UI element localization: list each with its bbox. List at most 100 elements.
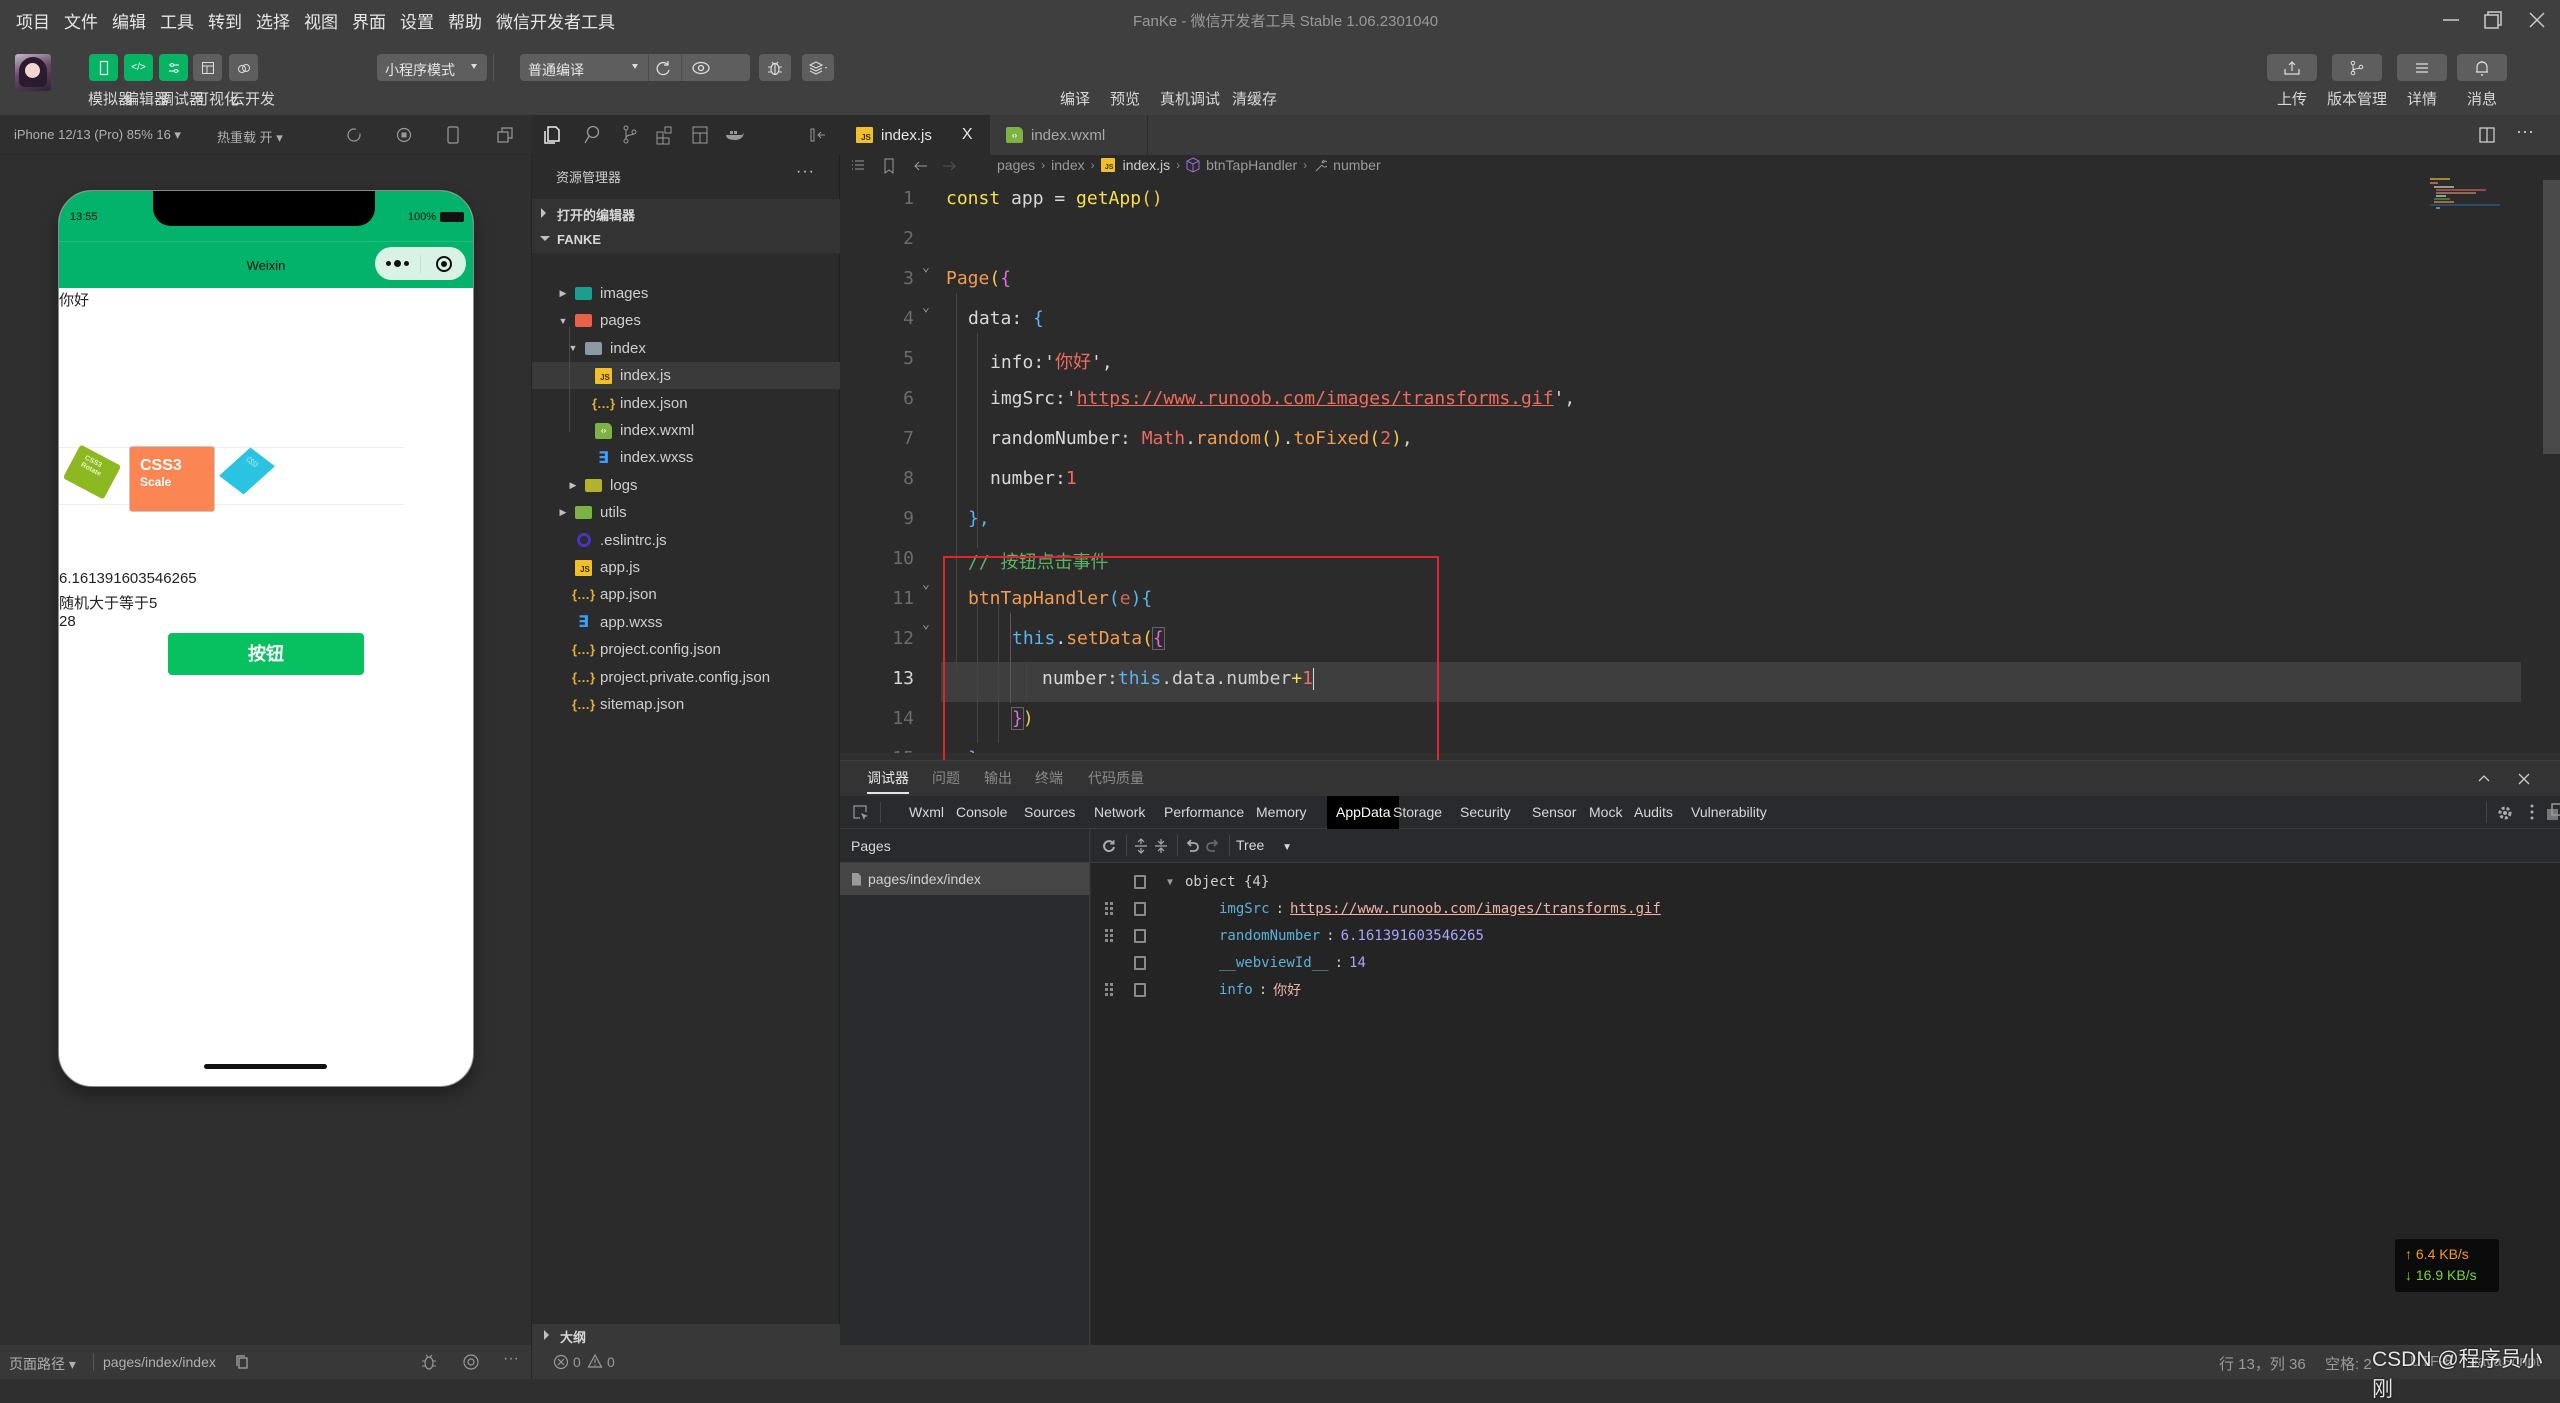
undo-button[interactable] xyxy=(1184,838,1200,854)
devtools-settings-button[interactable] xyxy=(2496,804,2514,822)
detach-sim-button[interactable] xyxy=(496,126,514,144)
version-control-button[interactable] xyxy=(2332,54,2382,81)
tree-item[interactable]: JS index.js xyxy=(532,362,840,390)
tree-item[interactable]: {…} project.config.json xyxy=(532,636,840,663)
panel-tab-output[interactable]: 输出 xyxy=(984,768,1012,788)
editor-scrollbar[interactable] xyxy=(2543,180,2560,454)
tree-item[interactable]: {…} index.json xyxy=(532,390,840,417)
simulator-toggle-button[interactable] xyxy=(89,54,118,81)
devtools-tab-sources[interactable]: Sources xyxy=(1015,796,1084,829)
devtools-menu-button[interactable] xyxy=(2529,803,2535,821)
inspect-element-button[interactable] xyxy=(852,804,870,822)
close-tab-button[interactable]: X xyxy=(962,126,973,144)
code-editor[interactable]: 123456789101112131415 ⌄ ⌄ ⌄ ⌄ const app … xyxy=(840,178,2560,753)
project-section[interactable]: FANKE xyxy=(532,226,840,253)
redo-button[interactable] xyxy=(1205,838,1221,854)
split-editor-button[interactable] xyxy=(2478,126,2496,144)
view-mode-select[interactable]: Tree ▼ xyxy=(1236,837,1342,853)
maximize-panel-button[interactable] xyxy=(2476,771,2492,785)
visual-toggle-button[interactable] xyxy=(193,54,222,81)
fold-chevron-icon[interactable]: ⌄ xyxy=(922,260,930,275)
expand-triangle-icon[interactable]: ▼ xyxy=(1167,877,1173,888)
devtools-tab-storage[interactable]: Storage xyxy=(1384,796,1451,829)
problems-status[interactable]: 0 0 xyxy=(532,1345,840,1379)
appdata-row[interactable]: randomNumber:6.161391603546265 xyxy=(1091,923,2091,949)
more-dots-button[interactable] xyxy=(375,260,420,267)
fold-chevron-icon[interactable]: ⌄ xyxy=(922,300,930,315)
menu-interface[interactable]: 界面 xyxy=(352,8,386,33)
close-window-button[interactable] xyxy=(2523,6,2551,34)
user-avatar[interactable] xyxy=(15,54,51,91)
devtools-tab-vulnerability[interactable]: Vulnerability xyxy=(1682,796,1776,829)
chevron-down-icon[interactable]: ▼ xyxy=(558,316,568,326)
compile-button[interactable] xyxy=(653,58,673,78)
fold-chevron-icon[interactable]: ⌄ xyxy=(922,577,930,592)
stop-button[interactable] xyxy=(395,126,413,144)
cloud-dev-button[interactable] xyxy=(229,54,258,81)
increment-button[interactable]: 按钮 xyxy=(168,633,364,675)
tree-item[interactable]: .eslintrc.js xyxy=(532,527,840,554)
tree-item[interactable]: ‹› index.wxml xyxy=(532,417,840,444)
devtools-tab-security[interactable]: Security xyxy=(1451,796,1520,829)
menu-settings[interactable]: 设置 xyxy=(400,8,434,33)
tree-item[interactable]: ∃ index.wxss xyxy=(532,444,840,471)
source-control-button[interactable] xyxy=(620,124,640,146)
page-path-select[interactable]: 页面路径 ▾ xyxy=(9,1354,76,1374)
cursor-position[interactable]: 行 13，列 36 xyxy=(2219,1353,2306,1374)
outline-view-button[interactable] xyxy=(690,124,710,146)
details-button[interactable] xyxy=(2397,54,2447,81)
undock-devtools-button[interactable] xyxy=(2546,803,2560,821)
breadcrumb-item[interactable]: pages xyxy=(997,157,1035,173)
indent-setting[interactable]: 空格: 2 xyxy=(2325,1353,2372,1374)
drag-handle-icon[interactable] xyxy=(1105,902,1113,916)
devtools-tab-wxml[interactable]: Wxml xyxy=(900,796,953,829)
debug-button[interactable] xyxy=(419,1352,439,1372)
preview-eye-button[interactable] xyxy=(461,1353,481,1371)
checkbox[interactable] xyxy=(1134,875,1146,889)
devtools-tab-console[interactable]: Console xyxy=(947,796,1016,829)
entry-value[interactable]: 14 xyxy=(1349,955,1366,971)
open-editors-section[interactable]: 打开的编辑器 xyxy=(532,199,840,226)
chevron-right-icon[interactable]: ▶ xyxy=(558,288,568,299)
fold-chevron-icon[interactable]: ⌄ xyxy=(922,617,930,632)
checkbox[interactable] xyxy=(1134,956,1146,970)
expand-all-button[interactable] xyxy=(1133,838,1149,854)
refresh-data-button[interactable] xyxy=(1101,838,1117,854)
devtools-tab-audits[interactable]: Audits xyxy=(1625,796,1682,829)
menu-view[interactable]: 视图 xyxy=(304,8,338,33)
upload-button[interactable] xyxy=(2267,54,2317,81)
checkbox[interactable] xyxy=(1134,929,1146,943)
tree-item[interactable]: ▼ pages xyxy=(532,307,840,334)
forward-button[interactable] xyxy=(940,158,958,174)
outline-toggle-button[interactable] xyxy=(850,158,866,174)
breadcrumb-item[interactable]: index.js xyxy=(1123,157,1170,173)
menu-select[interactable]: 选择 xyxy=(256,8,290,33)
extensions-button[interactable] xyxy=(654,124,674,146)
menu-edit[interactable]: 编辑 xyxy=(112,8,146,33)
hot-reload-select[interactable]: 热重载 开 ▾ xyxy=(217,127,283,146)
mode-select[interactable]: 小程序模式 xyxy=(377,54,487,81)
reload-sim-button[interactable] xyxy=(345,126,363,144)
devtools-tab-sensor[interactable]: Sensor xyxy=(1523,796,1585,829)
tree-item[interactable]: JS app.js xyxy=(532,554,840,581)
back-button[interactable] xyxy=(912,158,930,174)
bookmark-button[interactable] xyxy=(882,157,896,175)
close-panel-button[interactable] xyxy=(2516,771,2532,787)
drag-handle-icon[interactable] xyxy=(1105,983,1113,997)
appdata-row[interactable]: imgSrc: https://www.runoob.com/images/tra… xyxy=(1091,896,2091,922)
editor-toggle-button[interactable]: </> xyxy=(124,54,153,81)
menu-devtools[interactable]: 微信开发者工具 xyxy=(496,8,615,33)
entry-value[interactable]: https://www.runoob.com/images/transforms… xyxy=(1290,901,1661,917)
tree-item[interactable]: ▶ utils xyxy=(532,499,840,526)
debugger-toggle-button[interactable] xyxy=(159,54,188,81)
panel-tab-debugger[interactable]: 调试器 xyxy=(867,768,909,794)
explorer-more-button[interactable]: ··· xyxy=(796,163,815,181)
chevron-right-icon[interactable]: ▶ xyxy=(568,480,578,491)
clear-cache-button[interactable] xyxy=(802,54,834,81)
breadcrumb-item[interactable]: number xyxy=(1333,157,1380,173)
compile-select[interactable]: 普通编译 xyxy=(520,54,648,81)
menu-file[interactable]: 文件 xyxy=(64,8,98,33)
appdata-row[interactable]: info: 你好 xyxy=(1091,977,2091,1003)
copy-path-button[interactable] xyxy=(235,1354,249,1370)
minimize-button[interactable] xyxy=(2437,6,2465,34)
